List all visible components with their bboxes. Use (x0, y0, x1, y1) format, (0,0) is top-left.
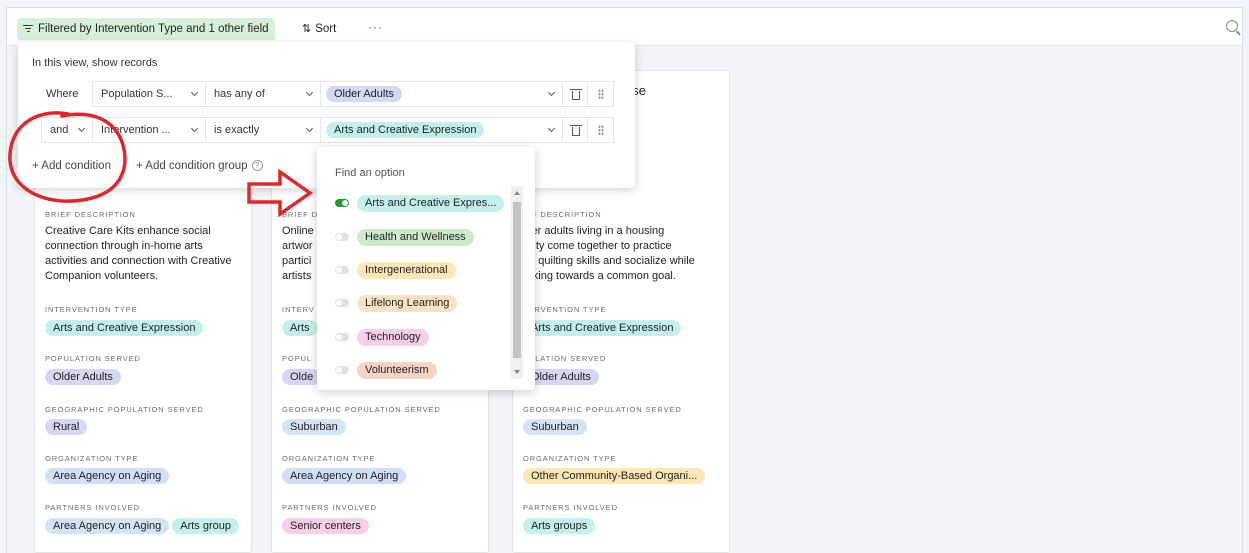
organization-type-pill: Area Agency on Aging (282, 468, 407, 484)
option-item[interactable]: Volunteerism (335, 361, 437, 379)
condition-operator-select[interactable]: has any of (205, 81, 321, 107)
field-label: GEOGRAPHIC POPULATION SERVED (282, 405, 441, 414)
chevron-down-icon (190, 124, 199, 133)
delete-condition-button[interactable] (562, 81, 588, 107)
partner-pill: Arts group (172, 518, 239, 534)
field-label: ORGANIZATION TYPE (45, 454, 139, 463)
condition-value-select[interactable]: Arts and Creative Expression (320, 117, 563, 143)
dropdown-scrollbar[interactable] (511, 186, 523, 379)
delete-condition-button[interactable] (562, 117, 588, 143)
drag-handle[interactable] (588, 117, 614, 143)
option-item[interactable]: Technology (335, 328, 429, 346)
chevron-down-icon (547, 88, 556, 97)
partner-pill: Senior centers (282, 518, 369, 534)
brief-description: lder adults living in a housing cility c… (523, 225, 695, 282)
geographic-pill: Suburban (523, 419, 587, 435)
field-label: ORGANIZATION TYPE (282, 454, 376, 463)
partner-pill: Area Agency on Aging (45, 518, 170, 534)
option-item[interactable]: Health and Wellness (335, 228, 474, 246)
field-label: PARTNERS INVOLVED (282, 503, 377, 512)
toggle-off-icon (335, 333, 349, 341)
option-item[interactable]: Intergenerational (335, 261, 456, 279)
option-dropdown: Find an option Arts and Creative Expres.… (317, 147, 535, 390)
toggle-off-icon (335, 266, 349, 274)
drag-handle[interactable] (588, 81, 614, 107)
more-options-button[interactable]: ··· (368, 20, 383, 34)
scrollbar-thumb (513, 202, 521, 358)
field-label: BRIEF DESCRIPTION (45, 210, 136, 219)
toggle-off-icon (335, 366, 349, 374)
intervention-type-pill: Arts and Creative Expression (45, 320, 204, 336)
filter-label: Filtered by Intervention Type and 1 othe… (38, 23, 269, 35)
organization-type-pill: Other Community-Based Organi... (523, 468, 706, 484)
intervention-type-pill: Arts and Creative Expression (523, 320, 682, 336)
option-item[interactable]: Arts and Creative Expres... (335, 194, 505, 212)
filter-popover-title: In this view, show records (32, 57, 158, 69)
chevron-down-icon (305, 124, 314, 133)
population-served-pill: Olde (282, 369, 322, 385)
sort-label: Sort (315, 22, 337, 35)
field-label: ORGANIZATION TYPE (523, 454, 617, 463)
population-served-pill: Older Adults (45, 369, 121, 385)
toggle-off-icon (335, 299, 349, 307)
add-condition-group-button[interactable]: + Add condition group? (136, 160, 263, 172)
field-label: PARTNERS INVOLVED (523, 503, 618, 512)
find-option-input[interactable]: Find an option (335, 167, 405, 179)
filter-button[interactable]: Filtered by Intervention Type and 1 othe… (17, 18, 275, 40)
chevron-down-icon (77, 124, 86, 133)
view-toolbar: Filtered by Intervention Type and 1 othe… (7, 8, 1242, 46)
geographic-pill: Suburban (282, 419, 346, 435)
option-item[interactable]: Lifelong Learning (335, 294, 458, 312)
chevron-down-icon (305, 88, 314, 97)
condition-conjunction: Where (46, 88, 79, 100)
search-icon[interactable] (1226, 20, 1238, 32)
field-label: INTERVENTION TYPE (45, 305, 138, 314)
filter-icon (23, 25, 33, 33)
condition-field-select[interactable]: Intervention ... (92, 117, 206, 143)
intervention-type-pill: Arts (282, 320, 318, 336)
condition-conjunction-select[interactable]: and (41, 117, 93, 143)
chevron-down-icon (547, 124, 556, 133)
toggle-on-icon (335, 199, 349, 207)
brief-description: Creative Care Kits enhance social connec… (45, 225, 232, 282)
field-label: POPULATION SERVED (45, 354, 141, 363)
drag-grip-icon (598, 125, 604, 135)
condition-value-pill: Older Adults (326, 86, 402, 102)
condition-value-select[interactable]: Older Adults (320, 81, 563, 107)
sort-button[interactable]: ⇅ Sort (302, 22, 337, 36)
chevron-down-icon (190, 88, 199, 97)
geographic-pill: Rural (45, 419, 88, 435)
card-title: use (625, 83, 646, 98)
condition-value-pill: Arts and Creative Expression (326, 122, 485, 138)
drag-grip-icon (598, 89, 604, 99)
field-label: GEOGRAPHIC POPULATION SERVED (523, 405, 682, 414)
field-label: TERVENTION TYPE (523, 305, 607, 314)
condition-field-select[interactable]: Population S... (92, 81, 206, 107)
help-icon[interactable]: ? (251, 160, 263, 171)
field-label: PULATION SERVED (523, 354, 607, 363)
scroll-down-icon (514, 370, 520, 374)
condition-operator-select[interactable]: is exactly (205, 117, 321, 143)
sort-icon: ⇅ (302, 23, 312, 35)
scroll-up-icon (514, 191, 520, 195)
organization-type-pill: Area Agency on Aging (45, 468, 170, 484)
field-label: GEOGRAPHIC POPULATION SERVED (45, 405, 204, 414)
toggle-off-icon (335, 233, 349, 241)
field-label: PARTNERS INVOLVED (45, 503, 140, 512)
add-condition-button[interactable]: + Add condition (32, 160, 111, 172)
field-label: IEF DESCRIPTION (523, 210, 602, 219)
partner-pill: Arts groups (523, 518, 596, 534)
